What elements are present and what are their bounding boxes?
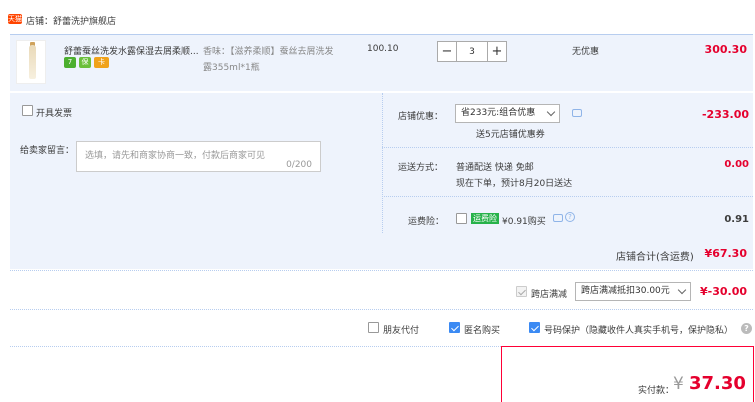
- message-char-counter: 0/200: [286, 160, 312, 170]
- friend-pay-label: 朋友代付: [383, 326, 420, 336]
- sku-attribute-line1: 香味：【滋养柔顺】蚕丝去屑洗发: [203, 47, 334, 57]
- number-protect-label: 号码保护（隐藏收件人真实手机号，保护隐私）: [544, 326, 734, 336]
- insurance-checkbox[interactable]: [456, 213, 467, 224]
- shop-discount-label: 店铺优惠：: [398, 112, 444, 122]
- insurance-price-text: ¥0.91购买: [502, 217, 546, 227]
- shipping-eta: 现在下单，预计8月20日送达: [456, 179, 573, 189]
- shipping-amount: 0.00: [724, 159, 749, 170]
- payment-currency: ¥: [673, 374, 684, 394]
- chevron-down-icon: [546, 107, 556, 117]
- divider: [382, 147, 753, 148]
- divider: [10, 346, 501, 347]
- bottle-shape: [29, 45, 36, 79]
- payment-label: 实付款：: [638, 386, 675, 396]
- card-pay-icon[interactable]: 卡: [94, 57, 109, 68]
- shop-discount-select[interactable]: 省233元:组合优惠: [455, 104, 560, 123]
- invoice-label: 开具发票: [36, 109, 73, 119]
- sku-attribute-line2: 露355ml*1瓶: [203, 63, 260, 73]
- shipping-label: 运送方式：: [398, 163, 444, 173]
- guarantee-icon[interactable]: 保: [79, 57, 91, 68]
- shop-name-link[interactable]: 店铺：舒蕾洗护旗舰店: [26, 14, 116, 27]
- number-protect-checkbox[interactable]: [529, 322, 540, 333]
- divider: [382, 196, 753, 197]
- product-thumbnail[interactable]: [16, 40, 46, 84]
- item-subtotal: 300.30: [704, 43, 747, 56]
- cross-store-amount: ¥-30.00: [699, 285, 747, 298]
- chat-bubble-icon[interactable]: [572, 109, 582, 117]
- help-icon[interactable]: ?: [741, 323, 752, 334]
- unit-price: 100.10: [367, 44, 399, 54]
- cross-store-select[interactable]: 跨店满减抵扣30.00元: [575, 282, 691, 301]
- shipping-method: 普通配送 快递 免邮: [456, 163, 534, 173]
- cross-store-selected: 跨店满减抵扣30.00元: [581, 286, 670, 296]
- insurance-amount: 0.91: [724, 214, 749, 225]
- shop-total-label: 店铺合计(含运费): [616, 252, 694, 263]
- shop-discount-amount: -233.00: [701, 108, 749, 121]
- quantity-stepper: − 3 +: [437, 41, 507, 63]
- shop-total-amount: ¥67.30: [704, 247, 747, 260]
- chevron-down-icon: [677, 285, 687, 295]
- coupon-note: 送5元店铺优惠券: [476, 130, 545, 140]
- friend-pay-checkbox[interactable]: [368, 322, 379, 333]
- divider: [10, 309, 753, 310]
- order-item-row: [10, 34, 753, 91]
- message-placeholder: 选填，请先和商家协商一致，付款后商家可见: [85, 151, 266, 161]
- invoice-checkbox[interactable]: [22, 105, 33, 116]
- payment-amount: 37.30: [689, 373, 746, 394]
- cross-store-label: 跨店满减: [531, 290, 568, 300]
- insurance-label: 运费险：: [408, 217, 445, 227]
- quantity-increase-button[interactable]: +: [487, 41, 507, 62]
- anonymous-checkbox[interactable]: [449, 322, 460, 333]
- tmall-shop-icon: 天猫: [8, 14, 22, 24]
- help-icon[interactable]: ?: [565, 212, 575, 222]
- product-title-link[interactable]: 舒蕾蚕丝洗发水露保湿去屑柔顺...: [64, 44, 199, 57]
- insurance-tag: 运费险: [471, 213, 499, 224]
- message-label: 给卖家留言：: [20, 146, 75, 156]
- quantity-input[interactable]: 3: [457, 41, 487, 62]
- quantity-decrease-button[interactable]: −: [437, 41, 457, 62]
- divider: [10, 270, 753, 271]
- seller-message-input[interactable]: 选填，请先和商家协商一致，付款后商家可见 0/200: [76, 141, 321, 172]
- shop-discount-selected: 省233元:组合优惠: [461, 108, 536, 118]
- seven-day-return-icon[interactable]: 7: [64, 57, 76, 68]
- chat-bubble-icon[interactable]: [553, 214, 563, 222]
- item-discount-text: 无优惠: [572, 47, 600, 57]
- anonymous-label: 匿名购买: [464, 326, 501, 336]
- cross-store-checkbox: [516, 286, 527, 297]
